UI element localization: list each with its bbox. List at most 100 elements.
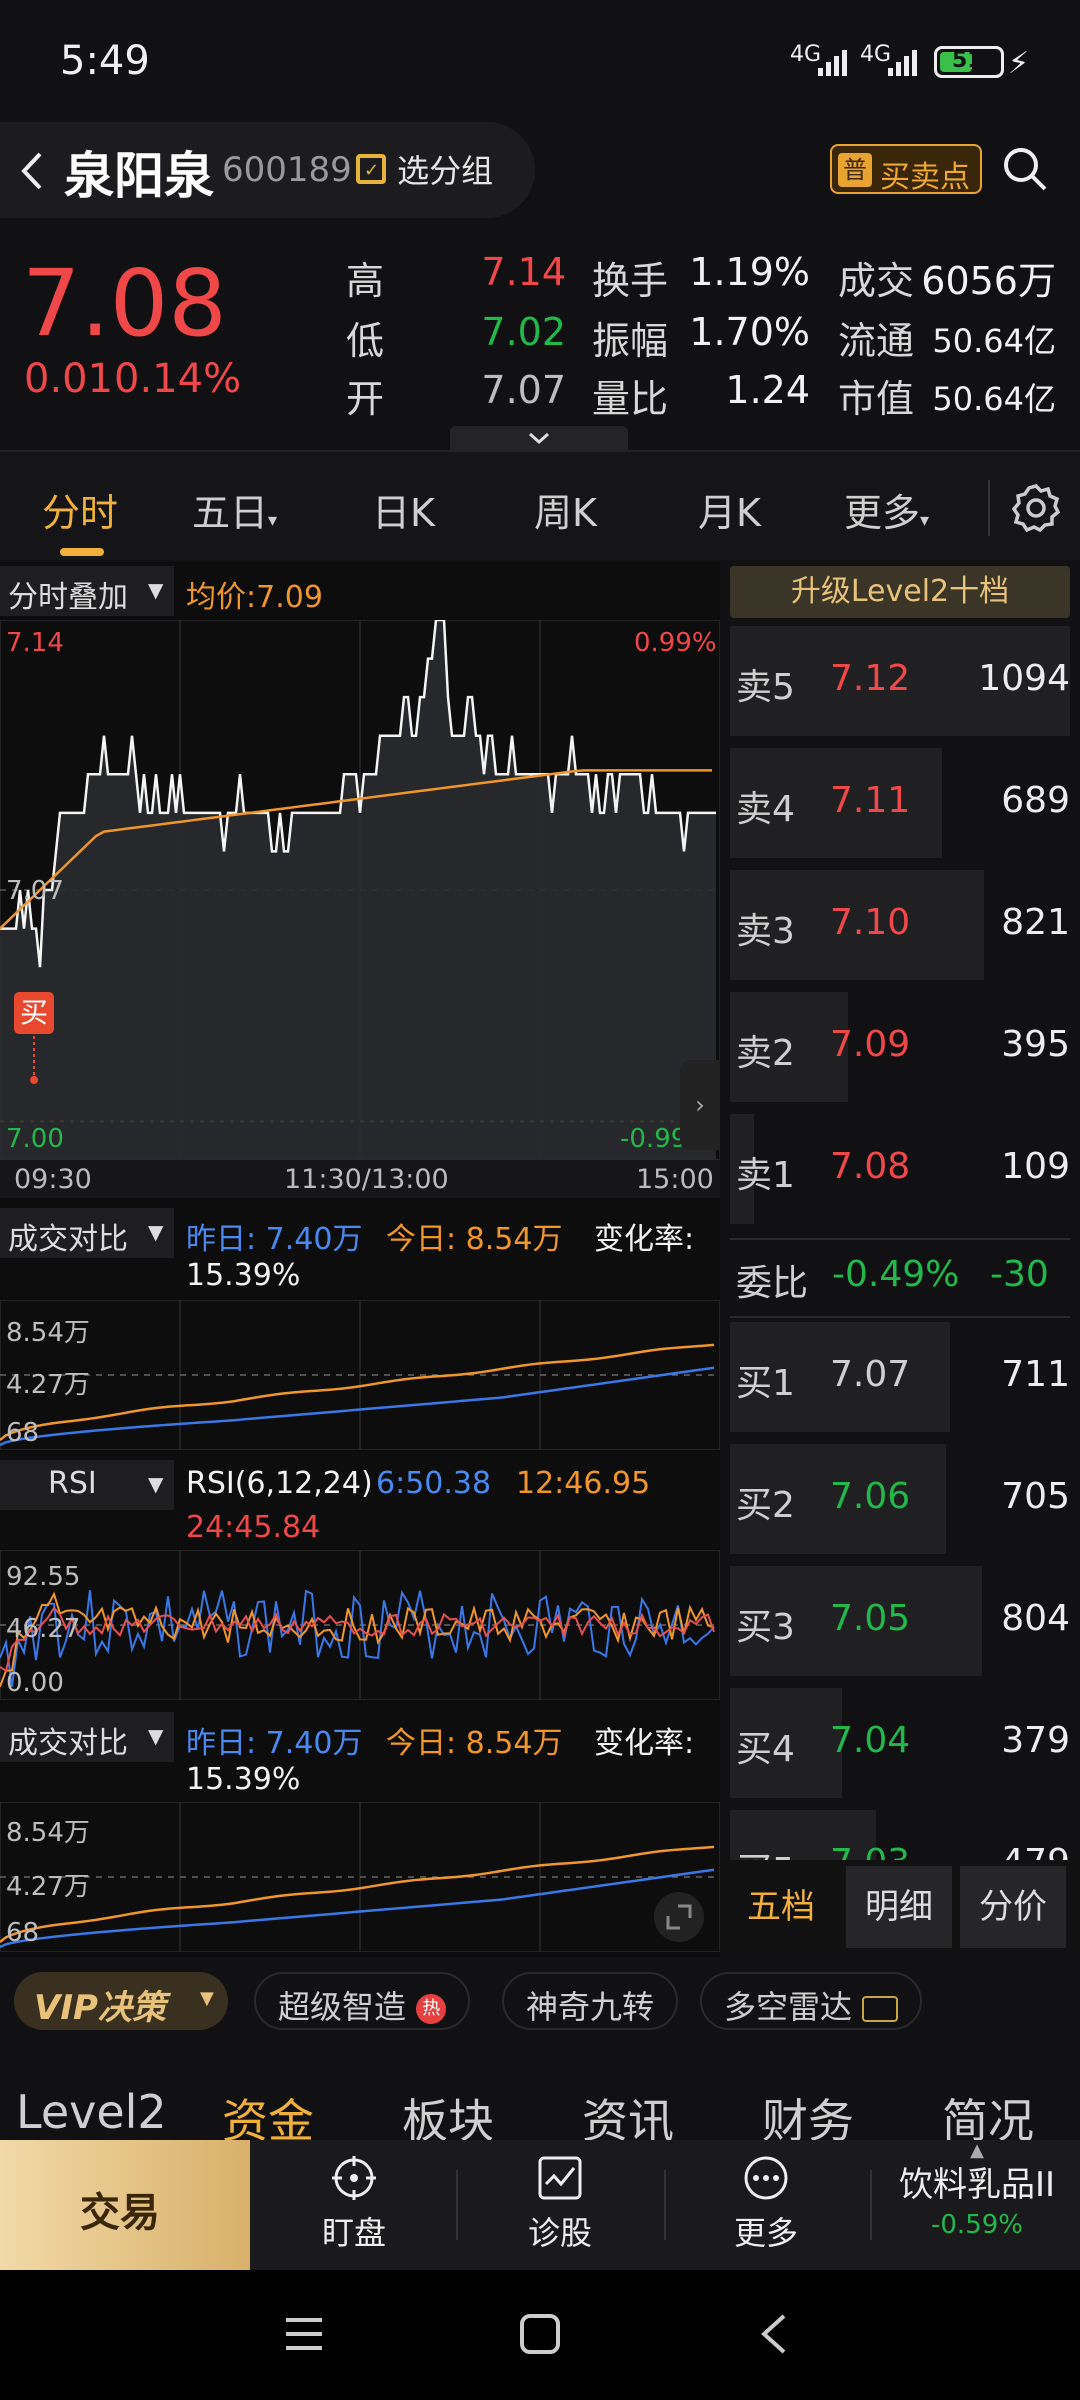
vol-axis-mid: 4.27万 bbox=[6, 1370, 90, 1400]
tab-more[interactable]: 更多▾ bbox=[844, 482, 929, 537]
turnover-value: 1.19% bbox=[689, 250, 810, 294]
vol-compare-svg bbox=[0, 1801, 721, 1953]
asks-level-label: 卖3 bbox=[736, 911, 795, 952]
vol-compare-chart bbox=[0, 1299, 721, 1451]
crosshair-icon bbox=[330, 2154, 378, 2202]
more-dots-icon bbox=[742, 2154, 790, 2202]
home-icon[interactable] bbox=[518, 2312, 562, 2356]
bids-level-label: 买4 bbox=[736, 1729, 795, 1770]
vol-compare-label: 成交对比 bbox=[8, 1222, 128, 1257]
buy-marker[interactable]: 买 bbox=[14, 992, 54, 1034]
overlay-label: 分时叠加 bbox=[8, 580, 128, 615]
buy-sell-badge: 普 bbox=[838, 153, 872, 187]
upgrade-level2-button[interactable]: 升级Level2十档 bbox=[730, 566, 1070, 618]
bids-row[interactable]: 买2 7.06 705 bbox=[730, 1440, 1070, 1558]
scroll-right-handle[interactable]: › bbox=[680, 1060, 720, 1150]
time-close: 15:00 bbox=[636, 1164, 714, 1195]
vol-compare-svg bbox=[0, 1299, 721, 1451]
divider bbox=[988, 480, 990, 536]
asks-row[interactable]: 卖3 7.10 821 bbox=[730, 866, 1070, 984]
vol-compare-select[interactable]: 成交对比 ▼ bbox=[0, 1208, 174, 1258]
dropdown-icon: ▾ bbox=[268, 510, 278, 531]
tab-price-dist[interactable]: 分价 bbox=[960, 1866, 1066, 1948]
low-value: 7.02 bbox=[481, 310, 566, 354]
chip-bull-bear-radar-label: 多空雷达 bbox=[724, 1988, 853, 2026]
asks-row[interactable]: 卖5 7.12 1094 bbox=[730, 622, 1070, 740]
weibi-label: 委比 bbox=[736, 1263, 809, 1304]
amplitude-label: 振幅 bbox=[592, 319, 669, 363]
divider bbox=[664, 2170, 666, 2240]
charging-icon: ⚡ bbox=[1008, 46, 1030, 81]
buy-sell-point-button[interactable]: 普 买卖点 bbox=[830, 144, 982, 195]
signal-icon bbox=[818, 48, 854, 76]
price-change-pct: 0.14% bbox=[114, 356, 242, 402]
sector-name: 饮料乳品II bbox=[898, 2165, 1056, 2205]
trade-label: 交易 bbox=[80, 2190, 160, 2236]
vol-axis-top: 8.54万 bbox=[6, 1318, 90, 1348]
diagnose-button[interactable]: 诊股 bbox=[460, 2140, 660, 2270]
bids-row[interactable]: 买1 7.07 711 bbox=[730, 1318, 1070, 1436]
buy-marker-label: 买 bbox=[19, 996, 48, 1029]
tab-level2[interactable]: Level2 bbox=[16, 2085, 167, 2139]
tab-week-k[interactable]: 周K bbox=[534, 482, 597, 537]
chart-monitor-icon bbox=[536, 2154, 584, 2202]
settings-gear-icon[interactable] bbox=[1010, 482, 1062, 534]
asks-row[interactable]: 卖1 7.08 109 bbox=[730, 1110, 1070, 1228]
bids-row[interactable]: 买3 7.05 804 bbox=[730, 1562, 1070, 1680]
stock-code: 600189 bbox=[222, 150, 352, 190]
tab-five-level[interactable]: 五档 bbox=[728, 1866, 834, 1948]
more-button[interactable]: 更多 bbox=[666, 2140, 866, 2270]
asks-volume: 109 bbox=[1001, 1146, 1070, 1187]
search-icon[interactable] bbox=[1000, 144, 1050, 194]
fullscreen-icon[interactable] bbox=[654, 1892, 704, 1942]
vol-axis-bottom: 68 bbox=[6, 1418, 40, 1448]
asks-volume: 395 bbox=[1001, 1024, 1070, 1065]
buy-sell-label: 买卖点 bbox=[880, 160, 970, 195]
vol-yesterday-2: 昨日: 7.40万 bbox=[186, 1726, 363, 1761]
vol-today: 今日: 8.54万 bbox=[386, 1222, 563, 1257]
overlay-select[interactable]: 分时叠加 ▼ bbox=[0, 566, 174, 616]
sector-index-button[interactable]: ▲ 饮料乳品II -0.59% bbox=[874, 2140, 1080, 2270]
weibi-value: -0.49% bbox=[832, 1254, 960, 1295]
vol-compare-select-2[interactable]: 成交对比 ▼ bbox=[0, 1712, 174, 1762]
rsi-axis-top: 92.55 bbox=[6, 1562, 81, 1592]
divider bbox=[730, 1238, 1070, 1240]
vip-decision-button[interactable]: VIP决策 ▼ bbox=[14, 1972, 228, 2030]
rsi-select[interactable]: RSI ▼ bbox=[0, 1460, 174, 1510]
bids-level-label: 买2 bbox=[736, 1485, 795, 1526]
vol2-axis-top: 8.54万 bbox=[6, 1818, 90, 1848]
tab-day-k[interactable]: 日K bbox=[372, 482, 435, 537]
intraday-svg bbox=[0, 618, 721, 1161]
back-icon[interactable] bbox=[12, 146, 52, 196]
bids-price: 7.07 bbox=[830, 1354, 911, 1395]
expand-chevron-down-icon[interactable] bbox=[450, 426, 628, 452]
bids-volume: 711 bbox=[1001, 1354, 1070, 1395]
vip-decision-label: VIP决策 bbox=[34, 1988, 166, 2028]
asks-level-label: 卖2 bbox=[736, 1033, 795, 1074]
vol-ratio-value: 1.24 bbox=[725, 368, 810, 412]
dropdown-icon: ▼ bbox=[148, 1220, 164, 1244]
back-nav-icon[interactable] bbox=[754, 2310, 794, 2358]
group-select-label: 选分组 bbox=[397, 152, 494, 190]
tab-detail[interactable]: 明细 bbox=[846, 1866, 952, 1948]
menu-icon[interactable] bbox=[282, 2314, 326, 2354]
tab-intraday[interactable]: 分时 bbox=[42, 482, 118, 537]
asks-row[interactable]: 卖2 7.09 395 bbox=[730, 988, 1070, 1106]
chip-bull-bear-radar[interactable]: 多空雷达 bbox=[700, 1972, 923, 2030]
bids-row[interactable]: 买4 7.04 379 bbox=[730, 1684, 1070, 1802]
trade-button[interactable]: 交易 bbox=[0, 2140, 250, 2270]
tab-five-day[interactable]: 五日▾ bbox=[192, 482, 277, 537]
rsi-12: 12:46.95 bbox=[516, 1466, 651, 1501]
asks-level-label: 卖5 bbox=[736, 667, 795, 708]
asks-row[interactable]: 卖4 7.11 689 bbox=[730, 744, 1070, 862]
float-cap-label: 流通 bbox=[838, 319, 915, 363]
group-select-button[interactable]: ✓ 选分组 bbox=[356, 146, 493, 194]
avg-price-label: 均价:7.09 bbox=[186, 580, 323, 615]
chart-top-pct: 0.99% bbox=[634, 628, 717, 658]
bids-price: 7.06 bbox=[830, 1476, 911, 1517]
chip-magic-nine[interactable]: 神奇九转 bbox=[502, 1972, 679, 2030]
tab-month-k[interactable]: 月K bbox=[698, 482, 761, 537]
intraday-chart bbox=[0, 618, 721, 1161]
chip-super-smart[interactable]: 超级智造 热 bbox=[254, 1972, 471, 2030]
watch-button[interactable]: 盯盘 bbox=[254, 2140, 454, 2270]
